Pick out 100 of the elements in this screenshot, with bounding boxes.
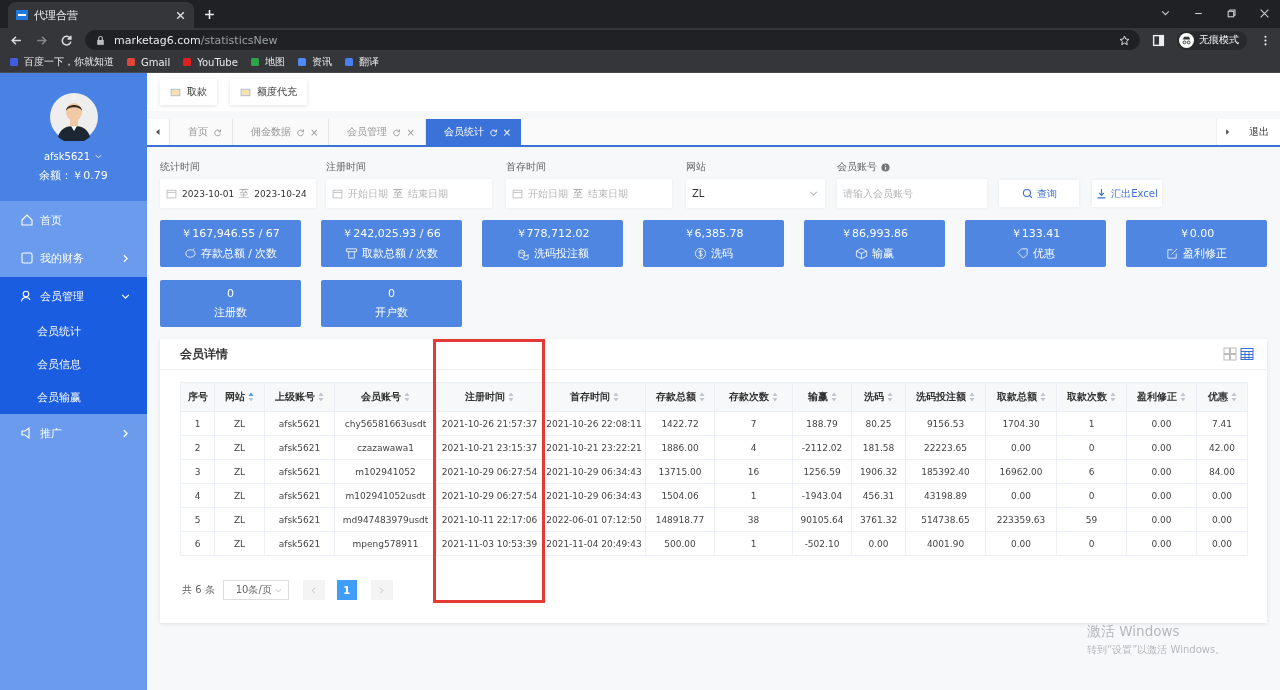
column-header[interactable]: 优惠 xyxy=(1196,382,1248,412)
stat-value: ￥778,712.02 xyxy=(515,226,590,241)
close-icon[interactable] xyxy=(1259,8,1270,19)
stat-value: ￥133.41 xyxy=(1010,226,1061,241)
table-cell: ZL xyxy=(214,483,265,508)
column-header[interactable]: 注册时间 xyxy=(436,382,543,412)
star-icon[interactable] xyxy=(1119,34,1130,46)
tag-icon xyxy=(1016,247,1029,260)
bookmark-icon xyxy=(9,57,19,67)
sidebar-item[interactable]: 会员管理 xyxy=(0,277,147,315)
chevron-down-icon[interactable] xyxy=(1160,8,1171,19)
table-cell: 4001.90 xyxy=(905,531,986,556)
table-cell: 2 xyxy=(180,435,215,460)
incognito-badge[interactable]: 无痕模式 xyxy=(1177,30,1247,50)
table-cell: m102941052 xyxy=(334,459,437,484)
column-header[interactable]: 盈利修正 xyxy=(1126,382,1197,412)
table-cell: 22223.65 xyxy=(905,435,986,460)
filter-label: 注册时间 xyxy=(326,160,366,174)
page-tab[interactable]: 会员统计 × xyxy=(424,119,522,145)
restore-icon[interactable] xyxy=(1226,8,1237,19)
coins-icon xyxy=(516,247,530,260)
table-cell: md947483979usdt xyxy=(334,507,437,532)
page-size-select[interactable]: 10条/页 xyxy=(222,580,289,600)
date-range-field[interactable]: 2023-10-01 至 2023-10-24 xyxy=(160,179,316,208)
balance-text: 余额：￥0.79 xyxy=(39,168,108,183)
table-cell: ZL xyxy=(214,411,265,436)
table-cell: 7 xyxy=(714,411,793,436)
address-bar[interactable]: marketag6.com/statisticsNew xyxy=(85,30,1140,50)
account-input[interactable]: 请输入会员账号 xyxy=(837,179,987,208)
back-icon[interactable] xyxy=(10,33,23,47)
table-cell: 38 xyxy=(714,507,793,532)
stat-value: ￥242,025.93 / 66 xyxy=(342,226,441,241)
search-button[interactable]: 查询 xyxy=(999,180,1079,207)
cube-icon xyxy=(855,247,868,260)
reload-icon[interactable] xyxy=(60,33,73,47)
table-cell: 0.00 xyxy=(985,531,1057,556)
tab-title: 代理合营 xyxy=(34,7,79,23)
column-header[interactable]: 存款总额 xyxy=(645,382,715,412)
toolbar-button[interactable]: 取款 xyxy=(160,79,217,105)
bookmark[interactable]: 地图 xyxy=(249,55,285,69)
sidebar-subitem[interactable]: 会员信息 xyxy=(0,348,147,381)
bookmark[interactable]: 百度一下，你就知道 xyxy=(9,55,114,69)
site-select[interactable]: ZL xyxy=(686,179,825,208)
bookmark[interactable]: 资讯 xyxy=(296,55,332,69)
sidebar-subitem[interactable]: 会员统计 xyxy=(0,315,147,348)
stat-label: 洗码 xyxy=(711,246,733,261)
table-cell: 500.00 xyxy=(645,531,715,556)
column-header[interactable]: 洗码 xyxy=(851,382,906,412)
bookmark[interactable]: Gmail xyxy=(126,56,171,68)
filter-label: 会员账号 xyxy=(837,160,877,174)
stat-label: 开户数 xyxy=(375,305,408,320)
user-menu[interactable]: afsk5621 xyxy=(43,151,104,162)
column-header[interactable]: 取款总额 xyxy=(985,382,1057,412)
column-header[interactable]: 输赢 xyxy=(792,382,852,412)
close-icon[interactable] xyxy=(175,9,186,21)
stat-label: 注册数 xyxy=(214,305,247,320)
filter-label: 首存时间 xyxy=(506,160,546,174)
edit-icon xyxy=(1166,247,1179,260)
column-header[interactable]: 网站 xyxy=(214,382,265,412)
table-cell: 0.00 xyxy=(1126,435,1197,460)
table-cell: 1886.00 xyxy=(645,435,715,460)
column-header[interactable]: 会员账号 xyxy=(334,382,437,412)
table-cell: ZL xyxy=(214,531,265,556)
column-header[interactable]: 存款次数 xyxy=(714,382,793,412)
column-header[interactable]: 首存时间 xyxy=(542,382,646,412)
new-tab-icon[interactable] xyxy=(204,9,215,20)
table-cell: 0.00 xyxy=(1126,459,1197,484)
table-cell: chy56581663usdt xyxy=(334,411,437,436)
table-cell: afsk5621 xyxy=(264,531,335,556)
column-header[interactable]: 洗码投注额 xyxy=(905,382,986,412)
url-text: marketag6.com/statisticsNew xyxy=(114,33,279,47)
table-cell: 59 xyxy=(1056,507,1127,532)
table-cell: -2112.02 xyxy=(792,435,852,460)
bookmark[interactable]: YouTube xyxy=(182,56,238,68)
close-tab-button[interactable]: × xyxy=(502,126,512,138)
stat-value: ￥0.00 xyxy=(1178,226,1215,241)
stat-label: 优惠 xyxy=(1033,246,1055,261)
table-cell: 514738.65 xyxy=(905,507,986,532)
table-view-icon[interactable] xyxy=(1240,347,1254,361)
browser-tab[interactable]: 代理合营 xyxy=(8,2,194,28)
table-cell: 0.00 xyxy=(851,531,906,556)
table-cell: 0 xyxy=(1056,483,1127,508)
table-cell: 223359.63 xyxy=(985,507,1057,532)
logout-button[interactable]: 退出 xyxy=(1238,119,1280,145)
menu-icon xyxy=(20,251,34,265)
forward-icon[interactable] xyxy=(35,33,48,47)
sidebar-subitem[interactable]: 会员输赢 xyxy=(0,381,147,414)
column-header[interactable]: 序号 xyxy=(180,382,215,412)
table-cell: -502.10 xyxy=(792,531,852,556)
chevron-right-icon xyxy=(377,585,387,595)
table-cell: afsk5621 xyxy=(264,459,335,484)
table-cell: 16 xyxy=(714,459,793,484)
side-panel-icon[interactable] xyxy=(1152,33,1165,47)
bookmark[interactable]: 翻译 xyxy=(343,55,379,69)
column-header[interactable]: 上级账号 xyxy=(264,382,335,412)
export-button[interactable]: 汇出Excel xyxy=(1092,180,1162,207)
toolbar-button[interactable]: 额度代充 xyxy=(230,79,307,105)
column-header[interactable]: 取款次数 xyxy=(1056,382,1127,412)
search-icon xyxy=(1021,188,1033,199)
refresh-icon[interactable] xyxy=(488,127,498,137)
